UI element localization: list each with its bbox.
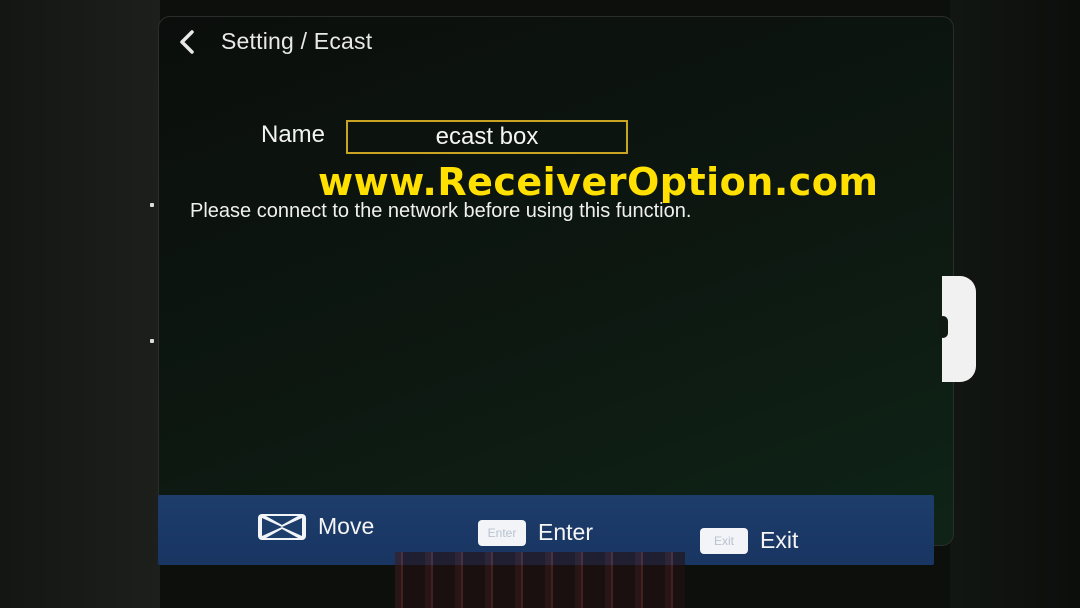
name-field[interactable]: ecast box <box>346 120 628 154</box>
hint-label: Move <box>318 513 375 539</box>
settings-panel: Setting / Ecast Name ecast box <box>158 16 954 546</box>
hint-exit[interactable]: Exit Exit <box>700 527 798 554</box>
bullet-dot <box>150 339 154 343</box>
chevron-left-icon[interactable] <box>177 29 199 55</box>
hint-enter[interactable]: Enter Enter <box>478 519 593 546</box>
breadcrumb: Setting / Ecast <box>221 28 373 54</box>
hint-move[interactable]: Move <box>258 513 374 540</box>
enter-key-icon: Enter <box>478 519 526 546</box>
watermark: www.ReceiverOption.com <box>318 160 879 204</box>
tv-stand-reflection <box>395 552 685 608</box>
header: Setting / Ecast <box>159 17 953 67</box>
background-left <box>0 0 160 608</box>
exit-key-icon: Exit <box>700 527 748 554</box>
scrollbar-handle[interactable] <box>938 276 976 382</box>
name-label: Name <box>261 121 326 148</box>
hint-label: Enter <box>538 519 593 545</box>
bullet-dot <box>150 203 154 207</box>
hint-label: Exit <box>760 527 799 553</box>
arrows-key-icon <box>258 513 306 540</box>
